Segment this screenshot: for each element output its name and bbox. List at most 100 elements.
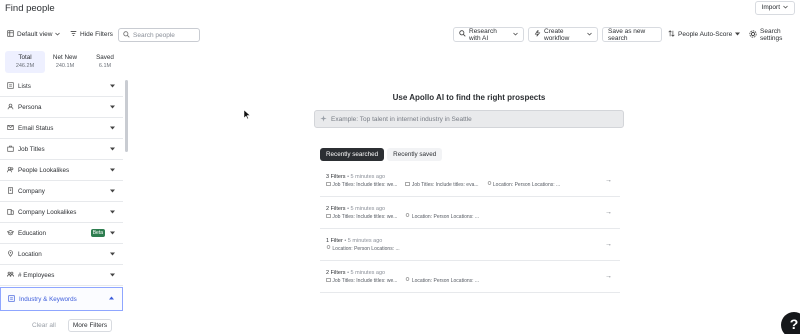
mail-icon [7, 124, 14, 133]
filter-label: Location [18, 250, 42, 258]
filter-icon [70, 30, 77, 39]
filter-label: Persona [18, 103, 42, 111]
ai-heading: Use Apollo AI to find the right prospect… [392, 93, 546, 102]
filter-label: Job Titles [18, 145, 45, 153]
caret-down-icon [110, 167, 115, 174]
detail-text: Job Titles: Include titles: eva... [411, 181, 479, 188]
recent-search-item[interactable]: 2 Filters • 5 minutes ago Job Titles: In… [320, 198, 620, 229]
caret-down-icon [110, 188, 115, 195]
pin-icon [487, 181, 492, 188]
caret-down-icon [110, 272, 115, 279]
filter-count: 2 Filters [326, 270, 346, 276]
table-icon [7, 30, 14, 39]
pin-icon [405, 213, 410, 220]
auto-score-label: People Auto-Score [678, 31, 733, 38]
filter-company[interactable]: Company [0, 181, 123, 202]
caret-down-icon [110, 230, 115, 237]
caret-down-icon [735, 31, 741, 38]
hide-filters-button[interactable]: Hide Filters [70, 27, 113, 42]
detail-chip: Location: Person Locations: ... [326, 245, 400, 252]
people-icon [7, 166, 14, 175]
sparkle-icon [320, 114, 327, 124]
clear-all-button[interactable]: Clear all [32, 322, 56, 329]
graduation-icon [6, 229, 15, 238]
filter-persona[interactable]: Persona [0, 97, 123, 118]
pin-icon [326, 245, 331, 252]
industry-icon [8, 294, 15, 304]
detail-chip: Location: Person Locations: ... [487, 181, 560, 188]
recent-search-item[interactable]: 1 Filter • 5 minutes ago Location: Perso… [320, 230, 620, 261]
recent-search-item[interactable]: 3 Filters • 5 minutes ago Job Titles: In… [320, 166, 620, 197]
default-view-dropdown[interactable]: Default view [7, 27, 61, 42]
filter-employees[interactable]: # Employees [0, 265, 123, 286]
arrow-right-icon[interactable]: → [605, 177, 612, 184]
detail-chip: Location: Person Locations: ... [405, 277, 479, 284]
filter-company-lookalikes[interactable]: Company Lookalikes [0, 202, 123, 223]
detail-text: Job Titles: Include titles: we... [332, 213, 398, 220]
caret-down-icon [110, 104, 115, 111]
more-filters-button[interactable]: More Filters [67, 318, 113, 332]
persona-icon [7, 103, 14, 112]
tab-saved-label: Saved [96, 54, 114, 61]
filter-industry-keywords[interactable]: Industry & Keywords [0, 287, 123, 311]
detail-chip: Job Titles: Include titles: we... [326, 277, 397, 284]
caret-up-icon [109, 295, 114, 302]
tab-total[interactable]: Total 246.2M [5, 51, 45, 73]
create-workflow-label: Create workflow [544, 27, 570, 42]
workflow-icon [534, 30, 541, 39]
chevron-down-icon [783, 2, 788, 14]
filter-job-titles[interactable]: Job Titles [0, 139, 123, 160]
tab-net-new[interactable]: Net New 240.1M [45, 51, 85, 73]
tab-total-label: Total [18, 54, 32, 61]
search-settings-button[interactable]: Search settings [749, 27, 800, 42]
research-ai-label: Research with AI [469, 27, 497, 42]
import-label: Import [761, 4, 780, 11]
save-new-search-button[interactable]: Save as new search [602, 27, 662, 42]
recent-search-details: Job Titles: Include titles: we... Locati… [326, 213, 479, 220]
save-new-search-label: Save as new search [608, 27, 646, 42]
import-button[interactable]: Import [754, 1, 795, 15]
recent-search-header: 2 Filters • 5 minutes ago [326, 206, 385, 212]
filter-email-status[interactable]: Email Status [0, 118, 123, 139]
filters-scrollbar[interactable] [125, 80, 128, 152]
filter-lists[interactable]: Lists [0, 76, 123, 97]
tab-recently-searched[interactable]: Recently searched [320, 148, 385, 161]
page-title: Find people [5, 3, 55, 14]
research-ai-button[interactable]: Research with AI [453, 27, 524, 42]
arrow-right-icon[interactable]: → [605, 209, 612, 216]
search-people-input[interactable]: Search people [118, 28, 200, 42]
filter-location[interactable]: Location [0, 244, 123, 265]
pin-icon [405, 277, 410, 284]
list-icon [7, 81, 14, 91]
chevron-down-icon [513, 31, 518, 38]
filter-label: Education [18, 229, 47, 237]
tab-total-value: 246.2M [15, 63, 35, 69]
filter-label: Company Lookalikes [18, 208, 77, 216]
filter-people-lookalikes[interactable]: People Lookalikes [0, 160, 123, 181]
ai-prompt-input[interactable]: Example: Top talent in internet industry… [314, 110, 624, 128]
tab-recently-saved[interactable]: Recently saved [387, 148, 443, 161]
filter-label: People Lookalikes [18, 166, 70, 174]
briefcase-icon [405, 181, 411, 188]
count-tabs: Total 246.2M Net New 240.1M Saved 6.1M [5, 51, 125, 73]
search-settings-label: Search settings [760, 27, 783, 42]
tab-net-new-value: 240.1M [55, 63, 75, 69]
filters-sidebar: Lists Persona Email Status Job Titles Pe… [0, 76, 123, 312]
auto-score-dropdown[interactable]: People Auto-Score [668, 27, 741, 42]
detail-text: Job Titles: Include titles: we... [332, 277, 398, 284]
filter-education[interactable]: Education Beta [0, 223, 123, 244]
create-workflow-button[interactable]: Create workflow [528, 27, 598, 42]
tab-saved[interactable]: Saved 6.1M [85, 51, 125, 73]
arrow-right-icon[interactable]: → [605, 273, 612, 280]
recent-search-details: Location: Person Locations: ... [326, 245, 400, 252]
detail-text: Location: Person Locations: ... [411, 213, 480, 220]
arrow-right-icon[interactable]: → [605, 241, 612, 248]
employees-icon [7, 271, 14, 280]
recent-tabs: Recently searched Recently saved [320, 148, 443, 161]
tab-net-new-label: Net New [52, 54, 78, 61]
help-button[interactable]: ? [781, 312, 800, 334]
recent-search-item[interactable]: 2 Filters • 5 minutes ago Job Titles: In… [320, 262, 620, 293]
search-icon [123, 30, 130, 40]
filter-actions-bar: Clear all More Filters [0, 316, 123, 334]
detail-chip: Job Titles: Include titles: we... [326, 213, 397, 220]
